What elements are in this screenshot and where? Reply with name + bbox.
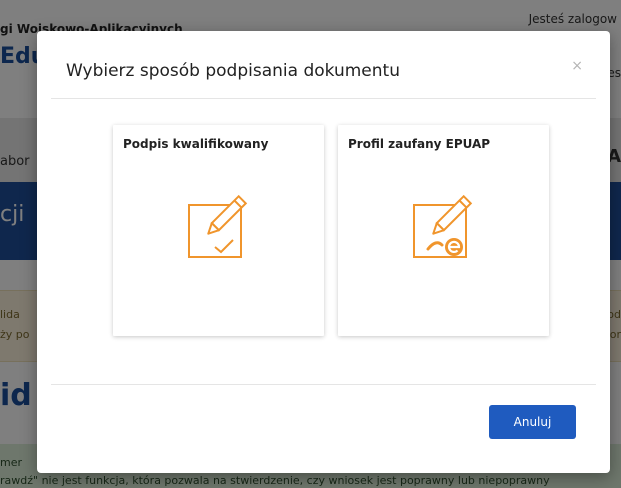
option-label: Profil zaufany EPUAP bbox=[348, 137, 491, 151]
epuap-signature-icon bbox=[413, 194, 473, 258]
dialog-title: Wybierz sposób podpisania dokumentu bbox=[66, 61, 400, 81]
close-icon[interactable]: × bbox=[571, 59, 583, 73]
cancel-button[interactable]: Anuluj bbox=[489, 405, 576, 439]
qualified-signature-icon bbox=[188, 194, 248, 258]
qualified-signature-option[interactable]: Podpis kwalifikowany bbox=[113, 125, 324, 336]
option-label: Podpis kwalifikowany bbox=[123, 137, 269, 151]
footer-divider bbox=[51, 384, 596, 385]
header-divider bbox=[51, 98, 596, 99]
signing-method-dialog: Wybierz sposób podpisania dokumentu × Po… bbox=[37, 31, 610, 473]
epuap-profile-option[interactable]: Profil zaufany EPUAP bbox=[338, 125, 549, 336]
